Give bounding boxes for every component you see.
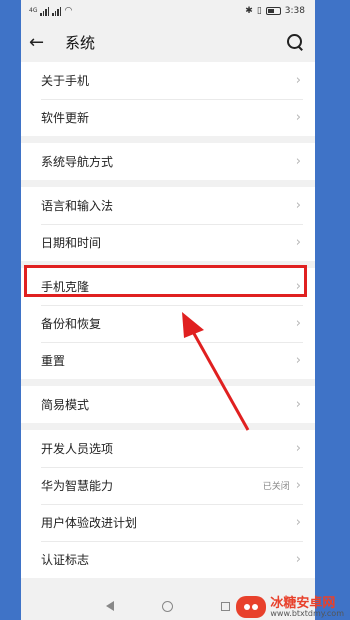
watermark: 冰糖安卓网 www.btxtdmy.com — [236, 596, 344, 618]
watermark-en: www.btxtdmy.com — [270, 608, 344, 618]
pointer-arrow-icon — [182, 312, 250, 431]
watermark-text: 冰糖安卓网 www.btxtdmy.com — [270, 597, 344, 618]
watermark-cn: 冰糖安卓网 — [270, 595, 336, 611]
watermark-logo — [236, 596, 267, 618]
